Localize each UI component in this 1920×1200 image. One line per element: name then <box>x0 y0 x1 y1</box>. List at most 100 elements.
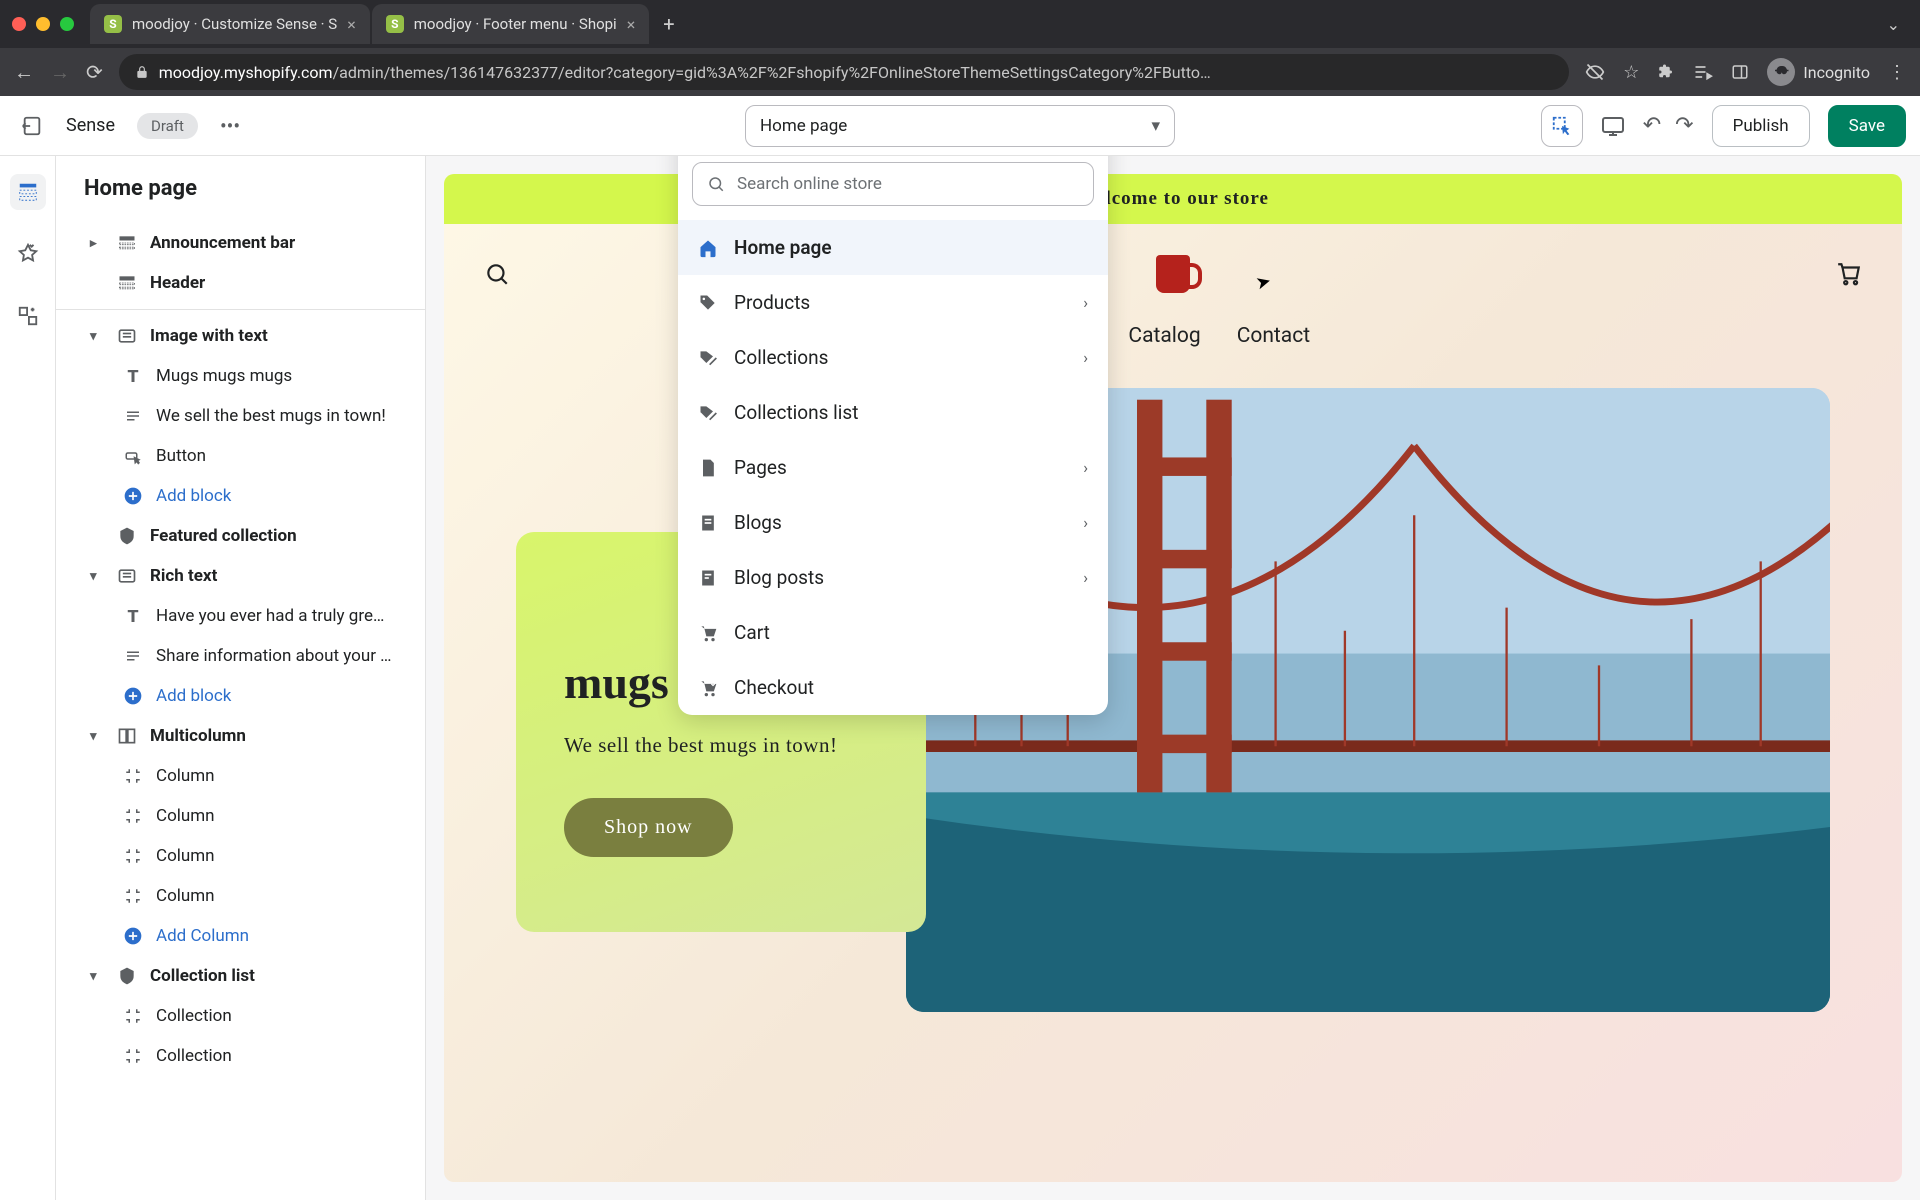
nav-catalog[interactable]: Catalog <box>1128 324 1200 348</box>
more-actions-button[interactable]: ••• <box>220 114 240 138</box>
close-tab-icon[interactable]: × <box>627 15 636 34</box>
publish-button[interactable]: Publish <box>1712 105 1810 147</box>
blog-icon <box>698 513 720 533</box>
block-column[interactable]: Column <box>84 756 409 796</box>
block-button[interactable]: Button <box>84 436 409 476</box>
side-panel-icon[interactable] <box>1731 63 1749 81</box>
add-block-button[interactable]: Add block <box>84 676 409 716</box>
theme-settings-rail-icon[interactable] <box>10 236 46 272</box>
close-window-icon[interactable] <box>12 17 26 31</box>
dropdown-item-collections-list[interactable]: Collections list <box>678 385 1108 440</box>
store-header[interactable] <box>444 224 1902 324</box>
text-icon <box>122 405 144 427</box>
undo-redo-group: ↶ ↷ <box>1643 113 1694 138</box>
header-section-icon <box>116 232 138 254</box>
add-column-button[interactable]: Add Column <box>84 916 409 956</box>
playlist-icon[interactable] <box>1693 62 1713 82</box>
incognito-badge[interactable]: Incognito <box>1767 58 1870 86</box>
dropdown-item-blogs[interactable]: Blogs › <box>678 495 1108 550</box>
star-icon[interactable]: ☆ <box>1623 62 1639 83</box>
columns-icon <box>116 725 138 747</box>
dropdown-item-checkout[interactable]: Checkout <box>678 660 1108 715</box>
blog-post-icon <box>698 568 720 588</box>
forward-button[interactable]: → <box>50 60 70 85</box>
browser-tab-2[interactable]: S moodjoy · Footer menu · Shopi × <box>372 4 650 44</box>
dropdown-search[interactable]: Search online store <box>692 162 1094 206</box>
dropdown-item-pages[interactable]: Pages › <box>678 440 1108 495</box>
store-logo[interactable] <box>1145 246 1201 302</box>
browser-tab-1[interactable]: S moodjoy · Customize Sense · S × <box>90 4 370 44</box>
dropdown-item-blog-posts[interactable]: Blog posts › <box>678 550 1108 605</box>
heading-icon <box>122 365 144 387</box>
tags-icon <box>698 403 720 423</box>
block-label: Column <box>156 766 215 786</box>
desktop-viewport-button[interactable] <box>1601 114 1625 138</box>
address-icons: ☆ Incognito ⋮ <box>1585 58 1906 86</box>
exit-editor-button[interactable] <box>14 108 50 144</box>
new-tab-button[interactable]: + <box>651 12 686 36</box>
dropdown-item-products[interactable]: Products › <box>678 275 1108 330</box>
chevron-right-icon: › <box>1083 458 1088 477</box>
section-multicolumn[interactable]: ▾ Multicolumn <box>84 716 409 756</box>
cart-icon[interactable] <box>1836 261 1862 287</box>
nav-contact[interactable]: Contact <box>1237 324 1310 348</box>
page-icon <box>698 458 720 478</box>
block-column[interactable]: Column <box>84 876 409 916</box>
block-collection[interactable]: Collection <box>84 996 409 1036</box>
section-rich-text[interactable]: ▾ Rich text <box>84 556 409 596</box>
section-label: Collection list <box>150 966 255 986</box>
block-heading[interactable]: Mugs mugs mugs <box>84 356 409 396</box>
preview-pane: Welcome to our store Home Catalog Contac… <box>426 156 1920 1200</box>
section-collection-list[interactable]: ▾ Collection list <box>84 956 409 996</box>
sidebar-title: Home page <box>84 176 409 201</box>
undo-button[interactable]: ↶ <box>1643 113 1661 138</box>
editor-topbar: Sense Draft ••• Home page ▾ ↶ ↷ Publish … <box>0 96 1920 156</box>
section-header[interactable]: Header <box>84 263 409 303</box>
page-selector[interactable]: Home page ▾ <box>745 105 1175 147</box>
chevron-right-icon: › <box>1083 568 1088 587</box>
close-tab-icon[interactable]: × <box>347 15 356 34</box>
announcement-bar[interactable]: Welcome to our store <box>444 174 1902 224</box>
chevron-right-icon: ▸ <box>90 236 104 251</box>
save-button[interactable]: Save <box>1828 105 1906 147</box>
section-label: Featured collection <box>150 526 297 546</box>
block-column[interactable]: Column <box>84 836 409 876</box>
maximize-window-icon[interactable] <box>60 17 74 31</box>
section-announcement-bar[interactable]: ▸ Announcement bar <box>84 223 409 263</box>
extensions-icon[interactable] <box>1657 63 1675 81</box>
shop-now-button[interactable]: Shop now <box>564 798 733 857</box>
tabs-overflow-icon[interactable]: ⌄ <box>1887 15 1908 34</box>
redo-button[interactable]: ↷ <box>1675 113 1693 138</box>
block-heading[interactable]: Have you ever had a truly gre… <box>84 596 409 636</box>
search-icon[interactable] <box>484 261 510 287</box>
url-bar[interactable]: moodjoy.myshopify.com/admin/themes/13614… <box>119 54 1569 90</box>
block-label: Mugs mugs mugs <box>156 366 292 386</box>
section-featured-collection[interactable]: Featured collection <box>84 516 409 556</box>
draft-badge: Draft <box>137 113 198 139</box>
page-selector-dropdown: Home page ▾ Search online store Home pag… <box>678 156 1108 715</box>
dropdown-item-home[interactable]: Home page <box>678 220 1108 275</box>
chevron-right-icon: › <box>1083 348 1088 367</box>
dropdown-item-collections[interactable]: Collections › <box>678 330 1108 385</box>
shopify-favicon-icon: S <box>386 15 404 33</box>
reload-button[interactable]: ⟳ <box>86 60 103 84</box>
eye-off-icon[interactable] <box>1585 62 1605 82</box>
chevron-down-icon: ▾ <box>90 969 104 984</box>
sections-rail-icon[interactable] <box>10 174 46 210</box>
frame-icon <box>122 1005 144 1027</box>
tag-icon <box>116 965 138 987</box>
frame-icon <box>122 1045 144 1067</box>
back-button[interactable]: ← <box>14 60 34 85</box>
dropdown-item-cart[interactable]: Cart <box>678 605 1108 660</box>
inspector-button[interactable] <box>1541 105 1583 147</box>
block-text[interactable]: We sell the best mugs in town! <box>84 396 409 436</box>
block-text[interactable]: Share information about your … <box>84 636 409 676</box>
hero-section[interactable]: Mugs mugsMugs mugs mugsmugs We sell the … <box>444 372 1902 1012</box>
minimize-window-icon[interactable] <box>36 17 50 31</box>
block-collection[interactable]: Collection <box>84 1036 409 1076</box>
section-image-with-text[interactable]: ▾ Image with text <box>84 316 409 356</box>
menu-icon[interactable]: ⋮ <box>1888 62 1906 83</box>
add-block-button[interactable]: Add block <box>84 476 409 516</box>
block-column[interactable]: Column <box>84 796 409 836</box>
app-embeds-rail-icon[interactable] <box>10 298 46 334</box>
